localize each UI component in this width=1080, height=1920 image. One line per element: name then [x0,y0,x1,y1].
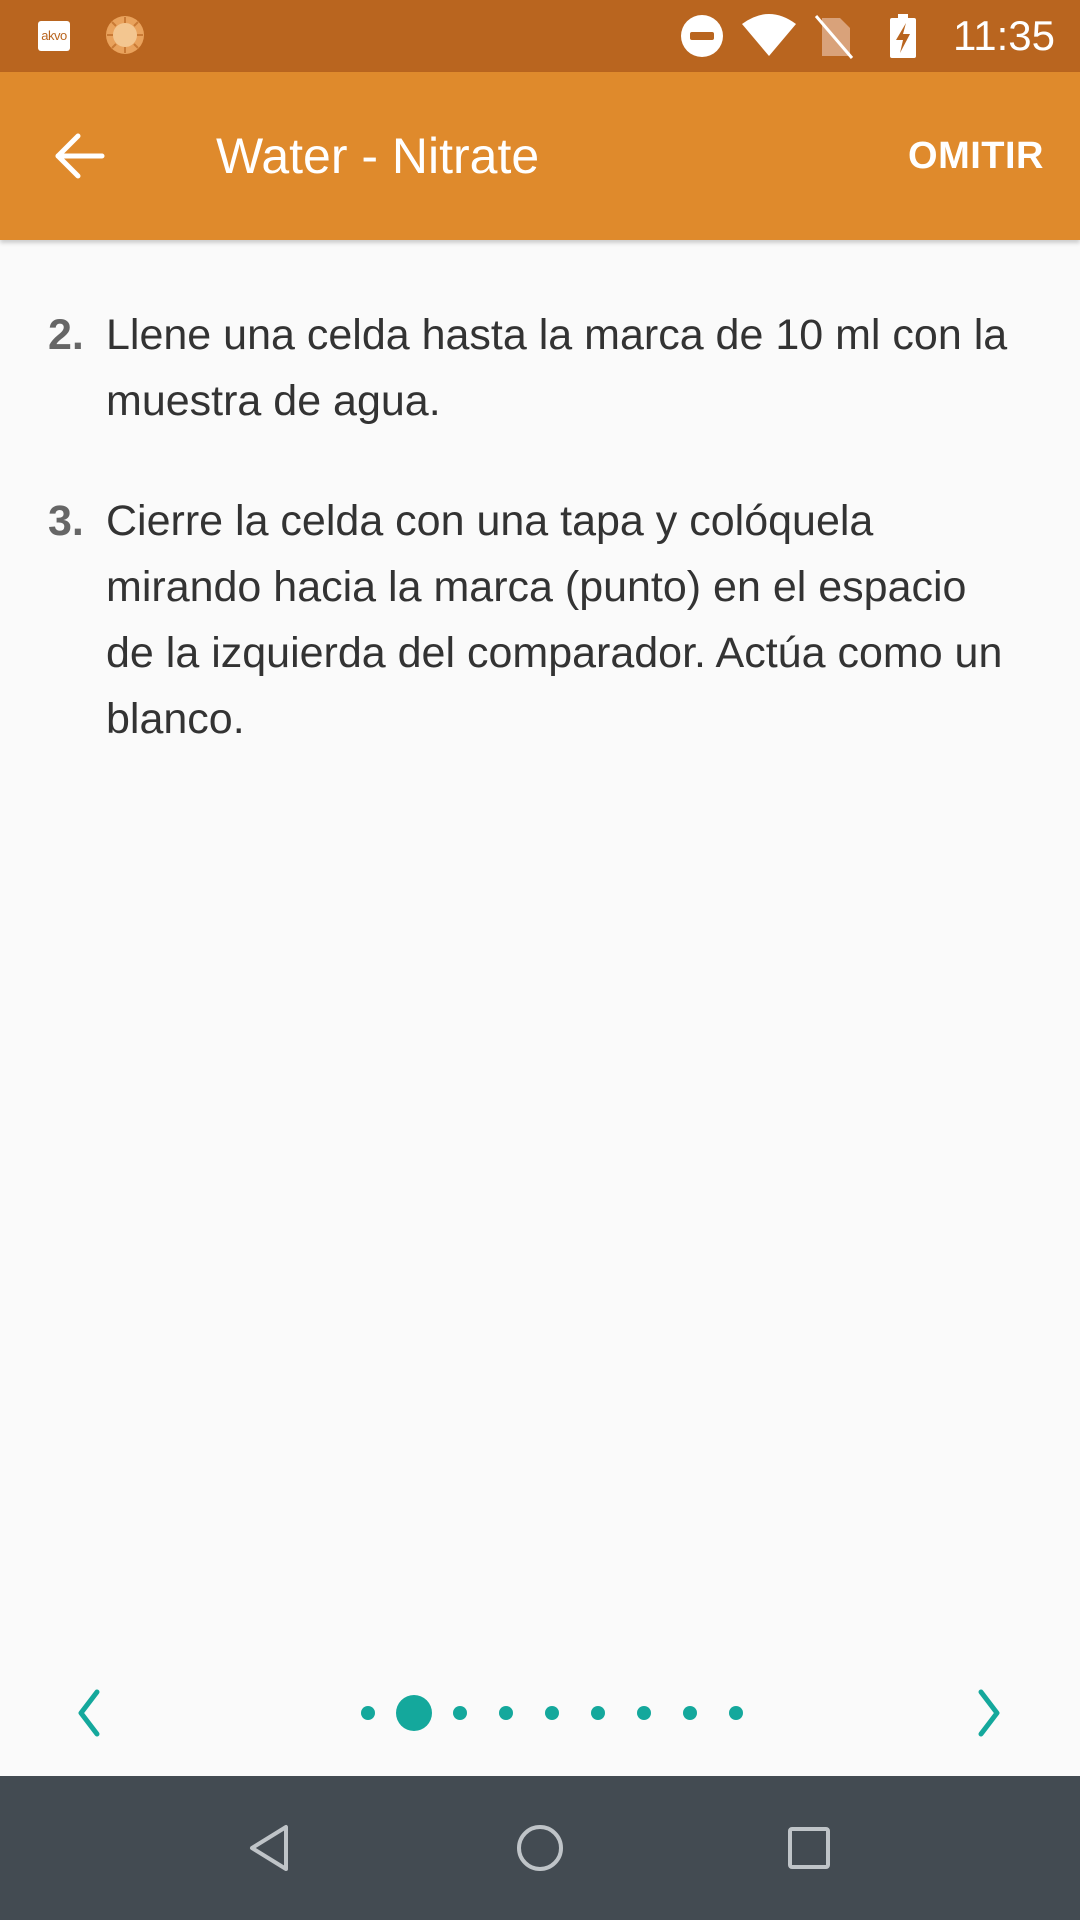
akvo-app-icon: akvo [38,21,70,51]
system-back-button[interactable] [234,1812,306,1884]
step-number: 3. [48,497,84,545]
wifi-icon [742,14,796,56]
status-clock: 11:35 [953,12,1055,59]
page-dot[interactable] [637,1706,651,1720]
chevron-right-icon [978,1689,1000,1737]
step-number: 2. [48,311,84,359]
status-bar: akvo 11:35 [0,0,1080,72]
no-sim-icon [814,15,854,59]
step-text: Cierre la celda con una tapa y colóquela… [106,497,1003,743]
system-navigation-bar [0,1776,1080,1920]
page-title: Water - Nitrate [216,128,540,184]
page-indicator [0,1650,1080,1776]
page-dot[interactable] [545,1706,559,1720]
page-dot-active[interactable] [396,1695,432,1731]
app-bar: Water - Nitrate OMITIR [0,72,1080,240]
recents-square-icon [788,1827,830,1869]
page-dot[interactable] [683,1706,697,1720]
screen: akvo 11:35 Water - Nitrate OMITIR 2. Lle… [0,0,1080,1920]
next-page-button[interactable] [962,1685,1018,1741]
step-text: Llene una celda hasta la marca de 10 ml … [106,311,1008,425]
page-dot[interactable] [361,1706,375,1720]
instruction-step: 3. Cierre la celda con una tapa y colóqu… [48,488,1048,752]
system-home-button[interactable] [504,1812,576,1884]
do-not-disturb-icon [681,15,723,57]
back-button[interactable] [40,116,120,196]
page-dot[interactable] [729,1706,743,1720]
arrow-left-icon [55,133,105,179]
page-dot[interactable] [591,1706,605,1720]
back-triangle-icon [250,1825,288,1871]
page-dot[interactable] [453,1706,467,1720]
battery-charging-icon [890,14,916,58]
page-dots [0,1650,1080,1776]
system-recents-button[interactable] [773,1812,845,1884]
page-dot[interactable] [499,1706,513,1720]
instruction-step: 2. Llene una celda hasta la marca de 10 … [48,302,1048,434]
skip-button[interactable]: OMITIR [908,124,1044,188]
sun-app-icon [106,16,144,54]
instructions-content: 2. Llene una celda hasta la marca de 10 … [0,240,1080,1650]
home-circle-icon [517,1825,563,1871]
